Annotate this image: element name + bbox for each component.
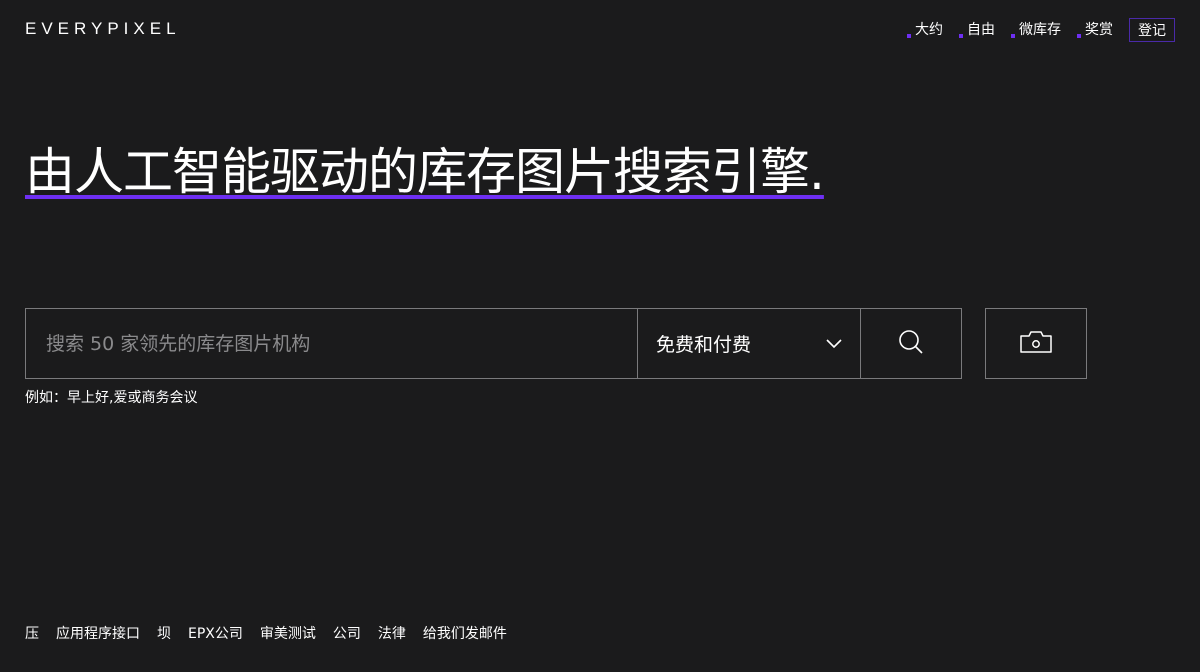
- search-example-hint: 例如：早上好,爱或商务会议: [25, 390, 198, 406]
- footer-link-legal[interactable]: 法律: [378, 624, 406, 644]
- nav-item-free[interactable]: 自由: [959, 18, 995, 42]
- camera-icon: [1019, 330, 1053, 358]
- license-filter-value: 免费和付费: [656, 334, 752, 356]
- footer-link-epx[interactable]: EPX公司: [188, 624, 243, 644]
- nav-item-about[interactable]: 大约: [907, 18, 943, 42]
- footer-link-company[interactable]: 公司: [333, 624, 361, 644]
- search-bar: 免费和付费: [25, 308, 962, 379]
- search-button[interactable]: [860, 308, 962, 379]
- footer-link-dam[interactable]: 坝: [157, 624, 171, 644]
- login-button[interactable]: 登记: [1129, 18, 1175, 42]
- image-search-button[interactable]: [985, 308, 1087, 379]
- search-input[interactable]: [25, 308, 637, 379]
- footer-link-api[interactable]: 应用程序接口: [56, 624, 140, 644]
- nav-item-awards[interactable]: 奖赏: [1077, 18, 1113, 42]
- footer-link-press[interactable]: 压: [25, 624, 39, 644]
- chevron-down-icon: [826, 334, 842, 353]
- footer-links: 压 应用程序接口 坝 EPX公司 审美测试 公司 法律 给我们发邮件: [25, 624, 524, 644]
- footer-link-aesthetics-test[interactable]: 审美测试: [260, 624, 316, 644]
- search-icon: [898, 329, 924, 359]
- footer-link-email-us[interactable]: 给我们发邮件: [423, 624, 507, 644]
- page-title: 由人工智能驱动的库存图片搜索引擎.: [25, 140, 945, 204]
- top-nav: 大约 自由 微库存 奖赏 登记: [891, 18, 1175, 42]
- page-title-text: 由人工智能驱动的库存图片搜索引擎.: [25, 143, 825, 201]
- logo[interactable]: EVERYPIXEL: [25, 18, 181, 40]
- license-filter-select[interactable]: 免费和付费: [637, 308, 860, 379]
- nav-item-microstock[interactable]: 微库存: [1011, 18, 1061, 42]
